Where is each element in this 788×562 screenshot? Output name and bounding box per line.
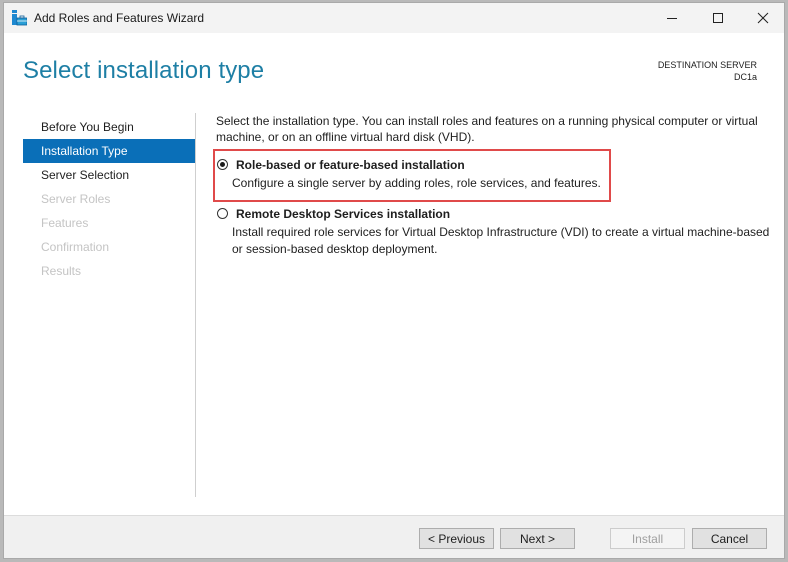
window-title: Add Roles and Features Wizard (34, 11, 205, 25)
radio-remote-desktop[interactable] (217, 208, 228, 219)
wizard-window: Add Roles and Features Wizard Select ins… (3, 2, 785, 559)
maximize-button[interactable] (695, 3, 741, 33)
close-button[interactable] (740, 3, 786, 33)
option-title[interactable]: Remote Desktop Services installation (236, 207, 450, 221)
nav-item-server-selection[interactable]: Server Selection (23, 163, 195, 187)
nav-item-before-you-begin[interactable]: Before You Begin (23, 115, 195, 139)
maximize-icon (713, 13, 723, 23)
nav-item-installation-type[interactable]: Installation Type (23, 139, 195, 163)
minimize-icon (667, 18, 677, 19)
next-button[interactable]: Next > (500, 528, 575, 549)
nav-item-confirmation: Confirmation (41, 240, 110, 254)
minimize-button[interactable] (649, 3, 695, 33)
option-description: Configure a single server by adding role… (232, 176, 601, 190)
wizard-steps-nav: Before You Begin Installation Type Serve… (23, 115, 195, 283)
destination-server-label: DESTINATION SERVER (657, 60, 757, 70)
title-bar: Add Roles and Features Wizard (4, 3, 784, 33)
footer-bar: < Previous Next > Install Cancel (4, 515, 784, 558)
intro-text: Select the installation type. You can in… (216, 114, 758, 144)
cancel-button[interactable]: Cancel (692, 528, 767, 549)
nav-item-server-roles: Server Roles (41, 192, 111, 206)
install-button[interactable]: Install (610, 528, 685, 549)
option-description: Install required role services for Virtu… (232, 225, 770, 256)
close-icon (757, 12, 769, 24)
radio-selected-dot (220, 162, 225, 167)
nav-item-results: Results (41, 264, 82, 278)
nav-divider (195, 113, 196, 497)
previous-button[interactable]: < Previous (419, 528, 494, 549)
server-manager-icon (11, 10, 28, 26)
destination-server: DESTINATION SERVER DC1a (658, 59, 757, 83)
nav-item-features: Features (41, 216, 89, 230)
content-area: Select the installation type. You can in… (216, 113, 776, 145)
destination-server-value: DC1a (733, 72, 757, 82)
option-title[interactable]: Role-based or feature-based installation (236, 158, 465, 172)
radio-role-based[interactable] (217, 159, 228, 170)
page-title: Select installation type (23, 57, 265, 84)
